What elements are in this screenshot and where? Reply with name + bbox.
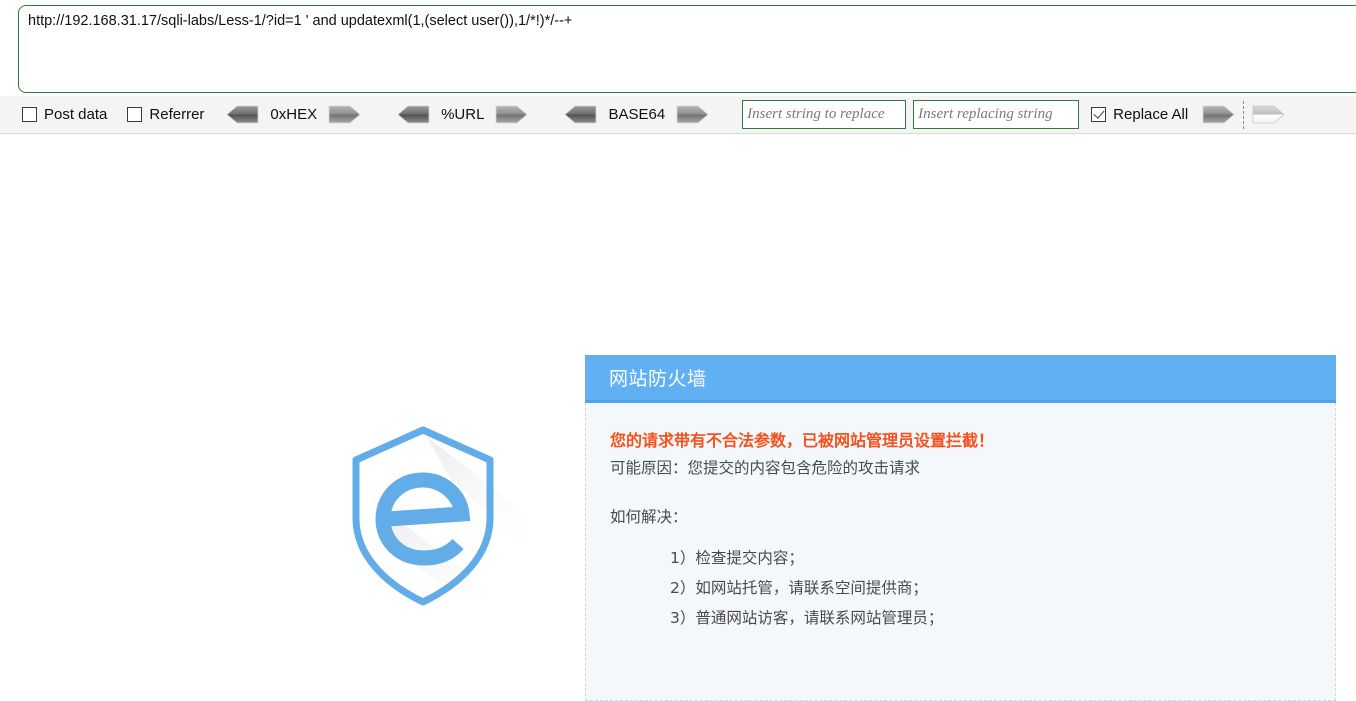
referrer-checkbox-item[interactable]: Referrer [127,96,204,133]
firewall-panel-body: 您的请求带有不合法参数，已被网站管理员设置拦截！ 可能原因：您提交的内容包含危险… [585,403,1336,701]
firewall-steps-list: 1）检查提交内容； 2）如网站托管，请联系空间提供商； 3）普通网站访客，请联系… [610,543,1311,633]
post-data-label: Post data [44,106,108,123]
request-editor-wrapper: http://192.168.31.17/sqli-labs/Less-1/?i… [18,5,1356,93]
shield-e-icon [330,418,530,618]
base64-encode-right-arrow-icon[interactable] [676,105,709,124]
apply-replace-right-arrow-icon[interactable] [1202,105,1235,124]
firewall-warning-text: 您的请求带有不合法参数，已被网站管理员设置拦截！ [610,431,995,450]
toolbar-divider [1243,100,1245,129]
firewall-title: 网站防火墙 [609,368,707,390]
post-data-checkbox-item[interactable]: Post data [22,96,107,133]
codec-group-hex: 0xHEX [226,96,361,133]
request-url-textarea[interactable]: http://192.168.31.17/sqli-labs/Less-1/?i… [18,5,1356,93]
replace-to-input[interactable] [913,100,1080,129]
codec-group-url: %URL [397,96,529,133]
post-data-checkbox[interactable] [22,107,37,122]
firewall-howto-label: 如何解决： [610,508,688,526]
codec-label-url: %URL [441,106,485,123]
list-item: 3）普通网站访客，请联系网站管理员； [670,609,944,627]
firewall-panel: 网站防火墙 您的请求带有不合法参数，已被网站管理员设置拦截！ 可能原因：您提交的… [585,355,1336,701]
hex-encode-right-arrow-icon[interactable] [328,105,361,124]
url-encode-right-arrow-icon[interactable] [495,105,529,124]
referrer-checkbox[interactable] [127,107,143,122]
codec-group-base64: BASE64 [564,96,709,133]
hex-decode-left-arrow-icon[interactable] [226,105,259,124]
base64-decode-left-arrow-icon[interactable] [564,105,597,124]
referrer-label: Referrer [149,106,205,123]
url-decode-left-arrow-icon[interactable] [397,105,430,124]
replace-all-checkbox[interactable] [1091,107,1107,122]
codec-label-hex: 0xHEX [270,106,318,123]
replace-from-input[interactable] [742,100,907,129]
list-item: 1）检查提交内容； [670,549,804,567]
page-content: 网站防火墙 您的请求带有不合法参数，已被网站管理员设置拦截！ 可能原因：您提交的… [0,135,1356,701]
list-item: 2）如网站托管，请联系空间提供商； [670,579,928,597]
firewall-reason-text: 可能原因：您提交的内容包含危险的攻击请求 [610,459,921,477]
undo-replace-right-arrow-icon[interactable] [1252,105,1285,124]
firewall-panel-header: 网站防火墙 [585,355,1336,403]
options-toolbar: Post data Referrer 0xHEX %URL BASE64 Ins… [0,96,1356,134]
codec-label-base64: BASE64 [608,106,666,123]
replace-all-label: Replace All [1113,106,1189,123]
replace-all-checkbox-item[interactable]: Replace All [1091,96,1188,133]
